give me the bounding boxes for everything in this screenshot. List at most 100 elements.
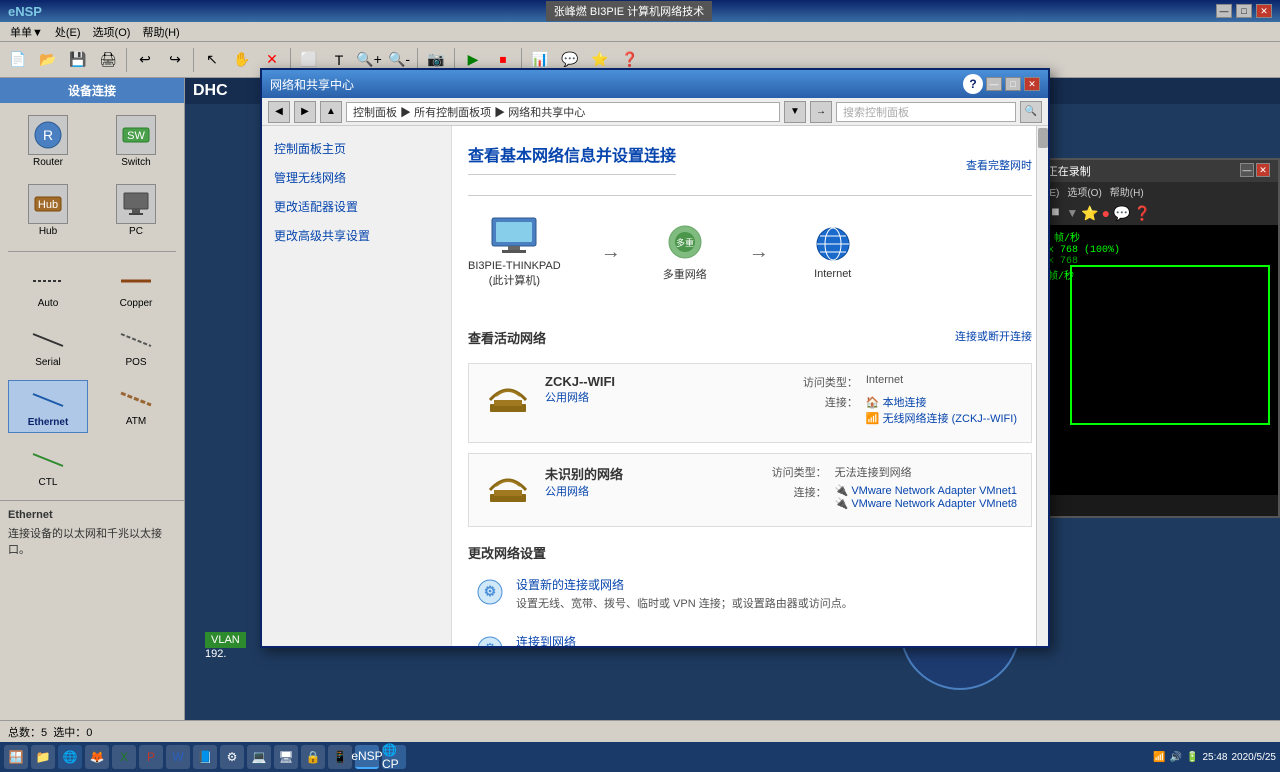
wifi-conn1[interactable]: 🏠 本地连接 xyxy=(866,394,1017,410)
search-box[interactable]: 搜索控制面板 xyxy=(836,102,1016,122)
unknown-connect-label: 连接： xyxy=(707,484,827,510)
conn-ctl[interactable]: CTL xyxy=(8,441,88,492)
recording-star[interactable]: ⭐ xyxy=(1081,205,1098,222)
taskbar-firefox[interactable]: 🦊 xyxy=(85,745,109,769)
see-full-link[interactable]: 查看完整网时 xyxy=(966,157,1032,173)
taskbar-terminal[interactable]: 💻 xyxy=(247,745,271,769)
unknown-conn1[interactable]: 🔌 VMware Network Adapter VMnet1 xyxy=(835,484,1017,497)
taskbar-time: 25:48 xyxy=(1202,752,1227,763)
sidebar-item-hub[interactable]: Hub Hub xyxy=(8,180,88,241)
sidebar-item-router[interactable]: R Router xyxy=(8,111,88,172)
refresh-button[interactable]: ▼ xyxy=(784,101,806,123)
conn-atm[interactable]: ATM xyxy=(96,380,176,433)
minimize-button[interactable]: — xyxy=(1216,4,1232,18)
wifi-connect-label: 连接： xyxy=(738,394,858,426)
recording-dropdown[interactable]: ▼ xyxy=(1066,206,1078,220)
up-button[interactable]: ▲ xyxy=(320,101,342,123)
taskbar-powerpoint[interactable]: P xyxy=(139,745,163,769)
recording-menu-help[interactable]: 帮助(H) xyxy=(1110,184,1144,199)
maximize-button[interactable]: □ xyxy=(1236,4,1252,18)
change-item-new-connection[interactable]: ⚙ 设置新的连接或网络 设置无线、宽带、拨号、临时或 VPN 连接；或设置路由器… xyxy=(468,570,1032,617)
taskbar-ensp-active[interactable]: eNSP xyxy=(355,745,379,769)
taskbar-onenote[interactable]: 📘 xyxy=(193,745,217,769)
close-button[interactable]: ✕ xyxy=(1256,4,1272,18)
nav-adapter[interactable]: 更改适配器设置 xyxy=(262,192,451,221)
new-connection-text: 设置新的连接或网络 设置无线、宽带、拨号、临时或 VPN 连接；或设置路由器或访… xyxy=(516,576,1026,611)
new-connection-title[interactable]: 设置新的连接或网络 xyxy=(516,576,1026,593)
title-bar-left: eNSP xyxy=(8,4,42,19)
back-button[interactable]: ◀ xyxy=(268,101,290,123)
taskbar-explorer[interactable]: 📁 xyxy=(31,745,55,769)
cp-maximize-button[interactable]: □ xyxy=(1005,77,1021,91)
address-path[interactable]: 控制面板 ▶ 所有控制面板项 ▶ 网络和共享中心 xyxy=(346,102,780,122)
connection-type-grid: Auto Copper Serial xyxy=(0,254,184,500)
taskbar-phone[interactable]: 📱 xyxy=(328,745,352,769)
taskbar-settings[interactable]: ⚙ xyxy=(220,745,244,769)
taskbar-excel[interactable]: X xyxy=(112,745,136,769)
sidebar-divider-1 xyxy=(8,251,176,252)
cp-close-button[interactable]: ✕ xyxy=(1024,77,1040,91)
taskbar-monitor2[interactable]: 🖥 xyxy=(274,745,298,769)
menu-bar: 单单▼ 处(E) 选项(O) 帮助(H) xyxy=(0,22,1280,42)
fps-display2: 0 x 768 (100%) xyxy=(1036,245,1274,256)
menu-item-options[interactable]: 选项(O) xyxy=(87,22,137,42)
disconnect-link[interactable]: 连接或断开连接 xyxy=(955,328,1032,344)
new-connection-icon: ⚙ xyxy=(474,576,506,608)
forward-button[interactable]: ▶ xyxy=(294,101,316,123)
nav-home[interactable]: 控制面板主页 xyxy=(262,134,451,163)
taskbar-chrome[interactable]: 🌐 xyxy=(58,745,82,769)
recording-close[interactable]: ✕ xyxy=(1256,163,1270,177)
network-card-wifi: ZCKJ--WIFI 公用网络 访问类型： Internet 连接： 🏠 本地连… xyxy=(468,363,1032,443)
computer-icon xyxy=(490,216,538,256)
unknown-conn2[interactable]: 🔌 VMware Network Adapter VMnet8 xyxy=(835,497,1017,510)
tb-redo[interactable]: ↪ xyxy=(161,46,189,74)
menu-item-help[interactable]: 帮助(H) xyxy=(136,22,185,42)
auto-label: Auto xyxy=(38,298,59,309)
tb-save[interactable]: 💾 xyxy=(64,46,92,74)
recording-chat[interactable]: 💬 xyxy=(1113,205,1130,222)
start-button[interactable]: 🪟 xyxy=(4,745,28,769)
sidebar-item-pc[interactable]: PC xyxy=(96,180,176,241)
conn-copper[interactable]: Copper xyxy=(96,262,176,313)
wifi-conn2[interactable]: 📶 无线网络连接 (ZCKJ--WIFI) xyxy=(866,410,1017,426)
recording-minimize[interactable]: — xyxy=(1240,163,1254,177)
cp-minimize-button[interactable]: — xyxy=(986,77,1002,91)
conn-auto[interactable]: Auto xyxy=(8,262,88,313)
taskbar-network-cp[interactable]: 🌐CP xyxy=(382,745,406,769)
connect-network-title[interactable]: 连接到网络 xyxy=(516,633,1026,646)
recording-help[interactable]: ❓ xyxy=(1134,205,1151,222)
nav-wireless[interactable]: 管理无线网络 xyxy=(262,163,451,192)
tb-cursor[interactable]: ↖ xyxy=(198,46,226,74)
go-button[interactable]: → xyxy=(810,101,832,123)
control-panel-window: 网络和共享中心 ? — □ ✕ ◀ ▶ ▲ 控制面板 ▶ 所有控制面板项 ▶ 网… xyxy=(260,68,1050,648)
scrollbar-thumb[interactable] xyxy=(1038,128,1048,148)
tb-pan[interactable]: ✋ xyxy=(228,46,256,74)
tb-new[interactable]: 📄 xyxy=(4,46,32,74)
copper-icon xyxy=(117,266,155,296)
conn-pos[interactable]: POS xyxy=(96,321,176,372)
nav-sharing[interactable]: 更改高级共享设置 xyxy=(262,221,451,250)
cp-scrollbar[interactable] xyxy=(1036,126,1048,646)
cp-help-button[interactable]: ? xyxy=(963,74,983,94)
tb-open[interactable]: 📂 xyxy=(34,46,62,74)
tb-undo[interactable]: ↩ xyxy=(131,46,159,74)
menu-item-edit[interactable]: 处(E) xyxy=(49,22,87,42)
dhc-canvas-label: DHC xyxy=(193,82,228,99)
recording-rec[interactable]: ● xyxy=(1102,205,1110,221)
wifi-network-icon xyxy=(483,374,533,418)
title-center: 张峰燃 BI3PIE 计算机网络技术 xyxy=(546,1,712,21)
toolbar-sep1 xyxy=(126,48,127,72)
recording-menu-opts[interactable]: 选项(O) xyxy=(1067,184,1101,199)
tb-print[interactable]: 🖨 xyxy=(94,46,122,74)
conn-ethernet[interactable]: Ethernet xyxy=(8,380,88,433)
taskbar-lock[interactable]: 🔒 xyxy=(301,745,325,769)
conn-serial[interactable]: Serial xyxy=(8,321,88,372)
recording-menu: 处(E) 选项(O) 帮助(H) xyxy=(1032,182,1278,201)
menu-item-file[interactable]: 单单▼ xyxy=(4,22,49,42)
sidebar-item-switch[interactable]: SW Switch xyxy=(96,111,176,172)
taskbar-word[interactable]: W xyxy=(166,745,190,769)
unknown-details: 访问类型： 无法连接到网络 连接： 🔌 VMware Network Adapt… xyxy=(707,464,1017,510)
recording-tb-btn2[interactable]: ⏹ xyxy=(1051,204,1059,222)
search-button[interactable]: 🔍 xyxy=(1020,101,1042,123)
change-item-connect-network[interactable]: ⚙ 连接到网络 连接到或重新连接到无线、有线、拨号或 VPN 网络连接。 xyxy=(468,627,1032,646)
